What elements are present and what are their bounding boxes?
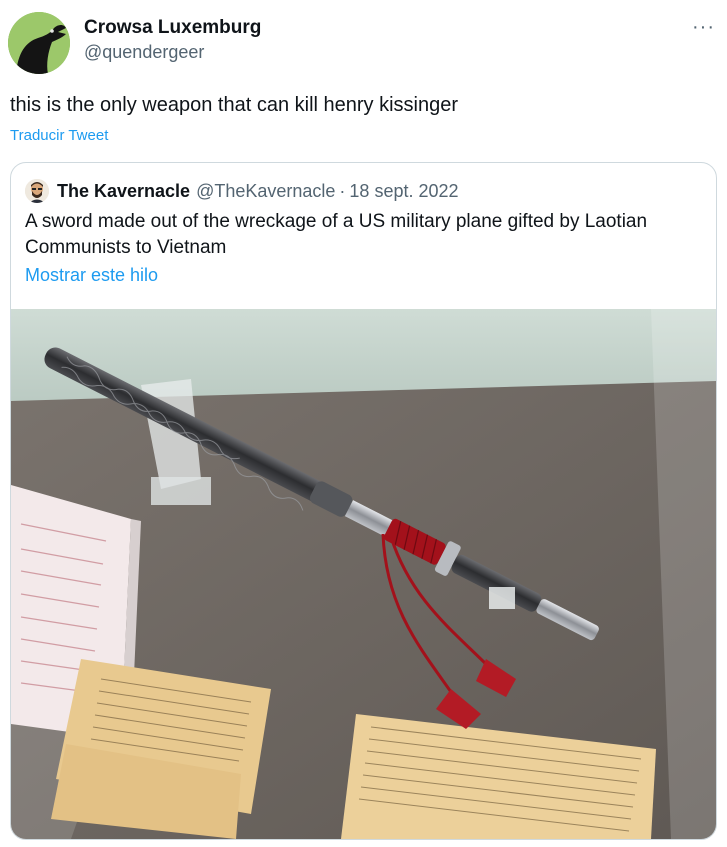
quoted-tweet[interactable]: The Kavernacle @TheKavernacle · 18 sept.… [10,162,717,840]
tweet-text: this is the only weapon that can kill he… [10,94,459,116]
translate-tweet-link[interactable]: Traducir Tweet [10,127,108,144]
crow-avatar-icon [8,12,70,74]
quote-text: A sword made out of the wreckage of a US… [25,211,648,258]
show-thread-link[interactable]: Mostrar este hilo [25,265,158,286]
quote-author-handle[interactable]: @TheKavernacle [196,181,335,202]
author-avatar[interactable] [8,12,70,74]
sword-museum-photo[interactable] [11,309,716,839]
cartoon-avatar-icon[interactable] [25,179,49,203]
quote-header: The Kavernacle @TheKavernacle · 18 sept.… [25,179,459,203]
quote-separator: · [339,180,346,201]
author-handle[interactable]: @quendergeer [84,42,204,63]
quote-author-name[interactable]: The Kavernacle [57,181,190,202]
author-name[interactable]: Crowsa Luxemburg [84,17,261,39]
quote-date[interactable]: 18 sept. 2022 [349,181,458,202]
more-options-icon[interactable]: ··· [692,16,715,39]
